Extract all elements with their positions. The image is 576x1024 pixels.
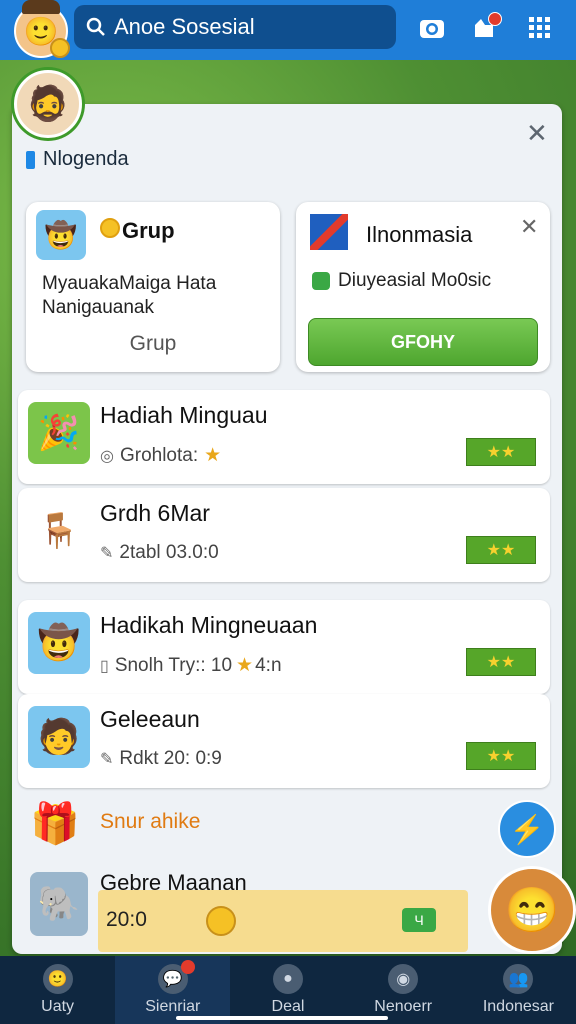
friends-icon: 👥 xyxy=(503,964,534,994)
camera-icon[interactable] xyxy=(414,10,450,46)
star-icon: ★ xyxy=(236,655,254,676)
item-meta: ◎ Grohlota: ★ xyxy=(100,444,222,467)
party-hat-icon: 🎉 xyxy=(28,402,90,464)
quick-action-button[interactable]: ⚡ xyxy=(498,800,556,858)
section-marker xyxy=(26,150,35,169)
close-icon[interactable]: ✕ xyxy=(520,214,538,240)
avatar-icon: 🤠 xyxy=(28,612,90,674)
item-name: Geleeaun xyxy=(100,706,200,732)
indonesia-action-button[interactable]: GFOHY xyxy=(308,318,538,366)
mascot-icon[interactable]: 😁 xyxy=(488,866,576,954)
avatar-icon: 🙂 xyxy=(42,964,73,994)
indonesia-subtitle: Diuyeasial Mo0sic xyxy=(312,270,491,292)
close-icon[interactable]: ✕ xyxy=(526,118,548,149)
pencil-icon: ✎ xyxy=(100,751,114,768)
section-title: Nlogenda xyxy=(26,148,129,171)
promo-title: Snur ahike xyxy=(100,810,201,833)
list-item[interactable]: 🪑 Grdh 6Mar ✎ 2tabl 03.0:0 ★★ xyxy=(18,488,550,582)
hat-icon xyxy=(22,0,60,14)
nav-item-sienriar[interactable]: 💬 Sienriar xyxy=(115,956,231,1024)
notification-badge xyxy=(488,12,502,26)
top-bar: 🙂 Anoe Sosesial xyxy=(0,0,576,60)
indonesia-title: Ilnonmasia xyxy=(366,222,473,247)
group-footer-button[interactable]: Grup xyxy=(26,332,280,356)
claim-bar[interactable]: 20:0 Ч xyxy=(98,890,468,952)
item-meta: ✎ Rdkt 20: 0:9 xyxy=(100,748,222,769)
item-meta: ▯ Snolh Try:: 10 ★ 4:n xyxy=(100,654,282,677)
list-item[interactable]: 🎉 Hadiah Minguau ◎ Grohlota: ★ ★★ xyxy=(18,390,550,484)
coin-icon xyxy=(206,906,236,936)
gift-box-icon: 🎁 xyxy=(30,802,80,846)
item-name: Grdh 6Mar xyxy=(100,500,210,526)
item-meta: ✎ 2tabl 03.0:0 xyxy=(100,542,219,563)
player-avatar[interactable]: 🙂 xyxy=(14,0,70,58)
section-title-text: Nlogenda xyxy=(43,148,129,170)
book-icon: ▯ xyxy=(100,657,109,675)
coin-icon xyxy=(50,38,70,58)
item-thumbnail-icon: 🐘 xyxy=(30,872,88,936)
reward-stars-button[interactable]: ★★ xyxy=(466,742,536,770)
claim-value: 20:0 xyxy=(106,908,147,931)
group-card[interactable]: 🤠 Grup MyauakaMaiga Hata Nanigauanak Gru… xyxy=(26,202,280,372)
indonesia-card: Ilnonmasia ✕ Diuyeasial Mo0sic GFOHY xyxy=(296,202,550,372)
grid-menu-icon[interactable] xyxy=(522,10,558,46)
nav-item-nenoerr[interactable]: ◉ Nenoerr xyxy=(346,956,461,1024)
star-icon: ★ xyxy=(204,445,222,466)
group-title: Grup xyxy=(122,218,175,243)
search-icon xyxy=(86,17,105,36)
nav-item-uaty[interactable]: 🙂 Uaty xyxy=(0,956,115,1024)
target-icon: ◉ xyxy=(388,964,419,994)
chair-icon: 🪑 xyxy=(37,512,81,550)
avatar-icon: 🧑 xyxy=(28,706,90,768)
group-description: MyauakaMaiga Hata Nanigauanak xyxy=(42,273,217,318)
reward-stars-button[interactable]: ★★ xyxy=(466,536,536,564)
notification-icon[interactable] xyxy=(466,10,502,46)
clock-icon: ◎ xyxy=(100,447,114,465)
item-name: Hadikah Mingneuaan xyxy=(100,612,318,638)
group-avatar-icon: 🤠 xyxy=(36,210,86,260)
chat-icon xyxy=(312,272,330,290)
search-text: Anoe Sosesial xyxy=(114,14,255,39)
reward-stars-button[interactable]: ★★ xyxy=(466,438,536,466)
notification-badge xyxy=(181,960,196,974)
nav-item-deal[interactable]: ● Deal xyxy=(230,956,345,1024)
flag-icon xyxy=(310,214,348,250)
list-item[interactable]: 🧑 Geleeaun ✎ Rdkt 20: 0:9 ★★ xyxy=(18,694,550,788)
reward-stars-button[interactable]: ★★ xyxy=(466,648,536,676)
nav-item-indonesar[interactable]: 👥 Indonesar xyxy=(461,956,576,1024)
claim-tag: Ч xyxy=(402,908,436,932)
bag-icon: ● xyxy=(273,964,303,994)
pencil-icon: ✎ xyxy=(100,545,114,562)
search-bar[interactable]: Anoe Sosesial xyxy=(74,5,396,49)
item-name: Hadiah Minguau xyxy=(100,402,268,428)
profile-avatar[interactable]: 🧔 xyxy=(14,70,82,138)
home-indicator xyxy=(176,1016,388,1020)
bottom-nav: 🙂 Uaty 💬 Sienriar ● Deal ◉ Nenoerr 👥 Ind… xyxy=(0,956,576,1024)
list-item[interactable]: 🤠 Hadikah Mingneuaan ▯ Snolh Try:: 10 ★ … xyxy=(18,600,550,694)
